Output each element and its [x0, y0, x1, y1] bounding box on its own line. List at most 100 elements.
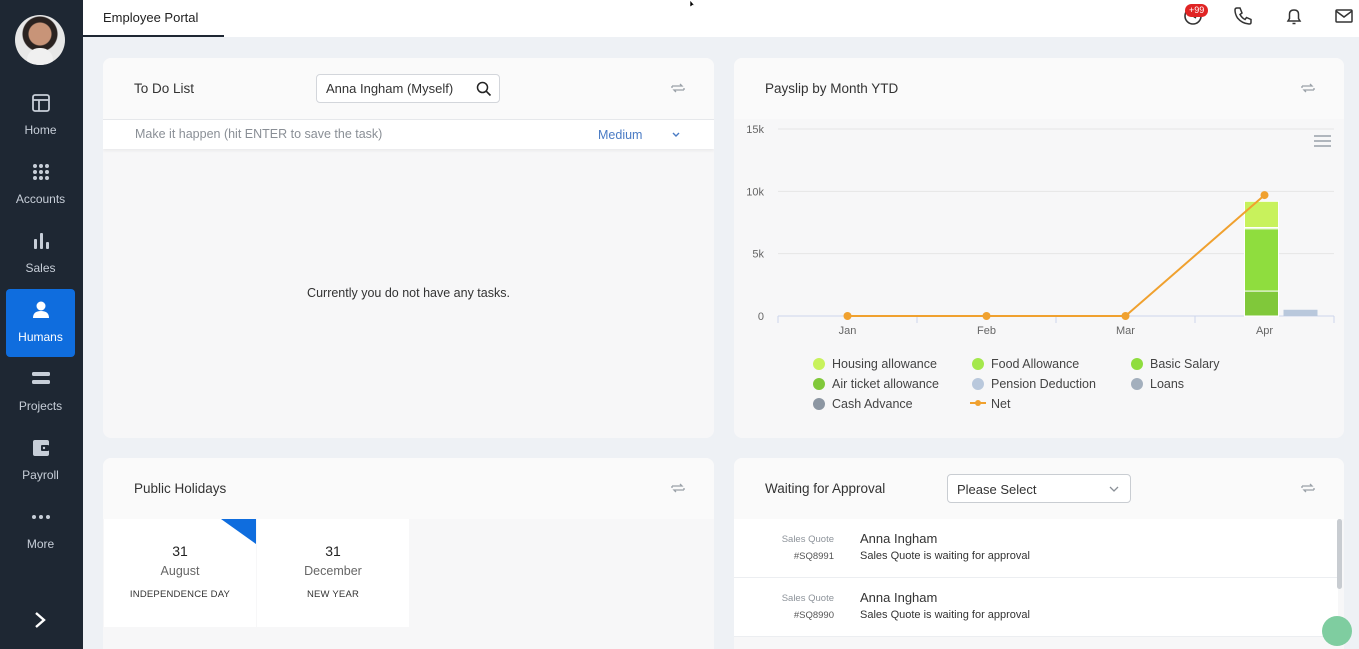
holiday-month: December: [304, 564, 362, 578]
bell-icon[interactable]: [1283, 5, 1305, 27]
holiday-card[interactable]: 31 December NEW YEAR: [257, 519, 409, 627]
legend-label: Housing allowance: [832, 357, 937, 371]
legend-basic-salary[interactable]: Basic Salary: [1131, 357, 1219, 371]
legend-net[interactable]: Net: [970, 397, 1010, 411]
chevron-down-icon[interactable]: [671, 130, 681, 140]
legend-label: Pension Deduction: [991, 377, 1096, 391]
net-point: [1260, 191, 1269, 200]
mail-icon[interactable]: [1333, 5, 1355, 27]
grid-dots-icon: [32, 164, 49, 180]
sidebar-item-more[interactable]: More: [6, 496, 75, 564]
holiday-card[interactable]: 31 August INDEPENDENCE DAY: [104, 519, 256, 627]
user-avatar[interactable]: [15, 15, 65, 65]
wallet-icon: [32, 440, 49, 456]
legend-label: Food Allowance: [991, 357, 1080, 371]
chevron-down-icon: [1109, 486, 1119, 492]
legend-label: Loans: [1150, 377, 1185, 391]
top-bar: Employee Portal: [83, 0, 1359, 37]
refresh-icon[interactable]: [1299, 79, 1317, 97]
sidebar-item-label: Home: [24, 123, 57, 137]
search-icon[interactable]: [476, 81, 492, 97]
legend-label: Air ticket allowance: [832, 377, 939, 391]
new-task-row: Make it happen (hit ENTER to save the ta…: [103, 119, 714, 149]
legend-line-marker: [970, 398, 986, 408]
phone-icon[interactable]: [1232, 5, 1254, 27]
chevron-right-icon[interactable]: [28, 606, 52, 634]
holiday-day: 31: [172, 543, 188, 559]
holiday-day: 31: [325, 543, 341, 559]
legend-pension-deduction[interactable]: Pension Deduction: [972, 377, 1096, 391]
holiday-name: INDEPENDENCE DAY: [129, 589, 231, 600]
todo-card: To Do List Anna Ingham (Myself) Make it …: [103, 58, 714, 438]
bar-segment: [1283, 309, 1318, 316]
sidebar-item-label: More: [26, 537, 55, 551]
upcoming-marker: [221, 519, 256, 544]
approval-ref: #SQ8991: [793, 551, 834, 562]
legend-dot: [1131, 358, 1143, 370]
legend-air-ticket-allowance[interactable]: Air ticket allowance: [813, 377, 939, 391]
approval-item[interactable]: Sales Quote #SQ8991 Anna Ingham Sales Qu…: [734, 519, 1338, 578]
legend-label: Net: [991, 397, 1011, 411]
sidebar: Home Accounts Sales Humans Projects Payr…: [0, 0, 83, 649]
holiday-month: August: [160, 564, 200, 578]
sidebar-item-label: Projects: [18, 399, 63, 413]
legend-label: Basic Salary: [1150, 357, 1220, 371]
sidebar-item-sales[interactable]: Sales: [6, 220, 75, 288]
sidebar-item-humans[interactable]: Humans: [6, 289, 75, 357]
stack-icon: [31, 372, 50, 384]
bar-chart-icon: [33, 233, 49, 249]
assignee-search-input[interactable]: Anna Ingham (Myself): [316, 74, 500, 103]
approval-ref: #SQ8990: [793, 610, 834, 621]
payslip-card-header: Payslip by Month YTD: [734, 58, 1344, 119]
person-icon: [32, 301, 49, 318]
approval-description: Sales Quote is waiting for approval: [860, 609, 1030, 621]
payslip-chart: 0 5k 10k 15k Jan Feb Mar Apr: [746, 124, 1335, 337]
approval-card-header: Waiting for Approval Please Select: [734, 458, 1344, 519]
y-tick-label: 5k: [752, 249, 764, 261]
home-layout-icon: [31, 94, 50, 112]
approval-scrollbar[interactable]: [1337, 519, 1342, 589]
assignee-value: Anna Ingham (Myself): [326, 81, 454, 96]
approval-requester: Anna Ingham: [860, 531, 938, 546]
net-line: [847, 194, 1266, 317]
legend-cash-advance[interactable]: Cash Advance: [813, 397, 913, 411]
legend-food-allowance[interactable]: Food Allowance: [972, 357, 1079, 371]
tab-employee-portal[interactable]: Employee Portal: [83, 0, 224, 37]
payslip-title: Payslip by Month YTD: [765, 81, 899, 96]
holidays-card-header: Public Holidays: [103, 458, 714, 519]
priority-select[interactable]: Medium: [598, 128, 642, 142]
legend-housing-allowance[interactable]: Housing allowance: [813, 357, 937, 371]
refresh-icon[interactable]: [669, 79, 687, 97]
legend-dot: [813, 398, 825, 410]
approval-requester: Anna Ingham: [860, 590, 938, 605]
legend-dot: [1131, 378, 1143, 390]
bar-segment: [1244, 200, 1279, 228]
holidays-title: Public Holidays: [134, 481, 227, 496]
refresh-icon[interactable]: [669, 479, 687, 497]
chat-icon[interactable]: [1322, 616, 1352, 646]
net-point: [843, 312, 852, 320]
legend-label: Cash Advance: [832, 397, 913, 411]
sidebar-item-label: Payroll: [22, 468, 59, 482]
legend-dot: [813, 378, 825, 390]
approval-item[interactable]: Sales Quote #SQ8990 Anna Ingham Sales Qu…: [734, 578, 1338, 637]
approval-title: Waiting for Approval: [765, 481, 886, 496]
x-tick-label: Jan: [839, 325, 857, 337]
empty-tasks-message: Currently you do not have any tasks.: [307, 286, 510, 300]
approval-filter-select[interactable]: Please Select: [947, 474, 1131, 503]
new-task-input[interactable]: Make it happen (hit ENTER to save the ta…: [135, 127, 382, 141]
approval-type: Sales Quote: [781, 534, 834, 545]
refresh-icon[interactable]: [1299, 479, 1317, 497]
sidebar-item-projects[interactable]: Projects: [6, 358, 75, 426]
y-tick-label: 0: [758, 311, 764, 323]
x-tick-label: Mar: [1116, 325, 1135, 337]
legend-loans[interactable]: Loans: [1131, 377, 1184, 391]
sidebar-item-payroll[interactable]: Payroll: [6, 427, 75, 495]
sidebar-item-label: Sales: [25, 261, 56, 275]
bar-segment: [1244, 290, 1279, 317]
legend-dot: [972, 358, 984, 370]
sidebar-item-accounts[interactable]: Accounts: [6, 151, 75, 219]
approval-description: Sales Quote is waiting for approval: [860, 550, 1030, 562]
sidebar-item-home[interactable]: Home: [6, 82, 75, 150]
x-tick-label: Apr: [1256, 325, 1273, 337]
